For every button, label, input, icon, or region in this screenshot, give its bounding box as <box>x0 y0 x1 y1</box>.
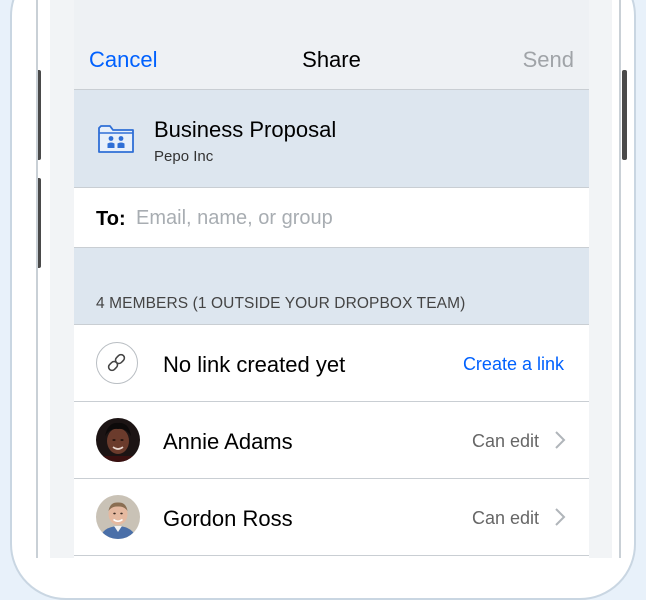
screen-bezel-edge <box>36 0 621 558</box>
phone-power-button <box>622 70 627 160</box>
